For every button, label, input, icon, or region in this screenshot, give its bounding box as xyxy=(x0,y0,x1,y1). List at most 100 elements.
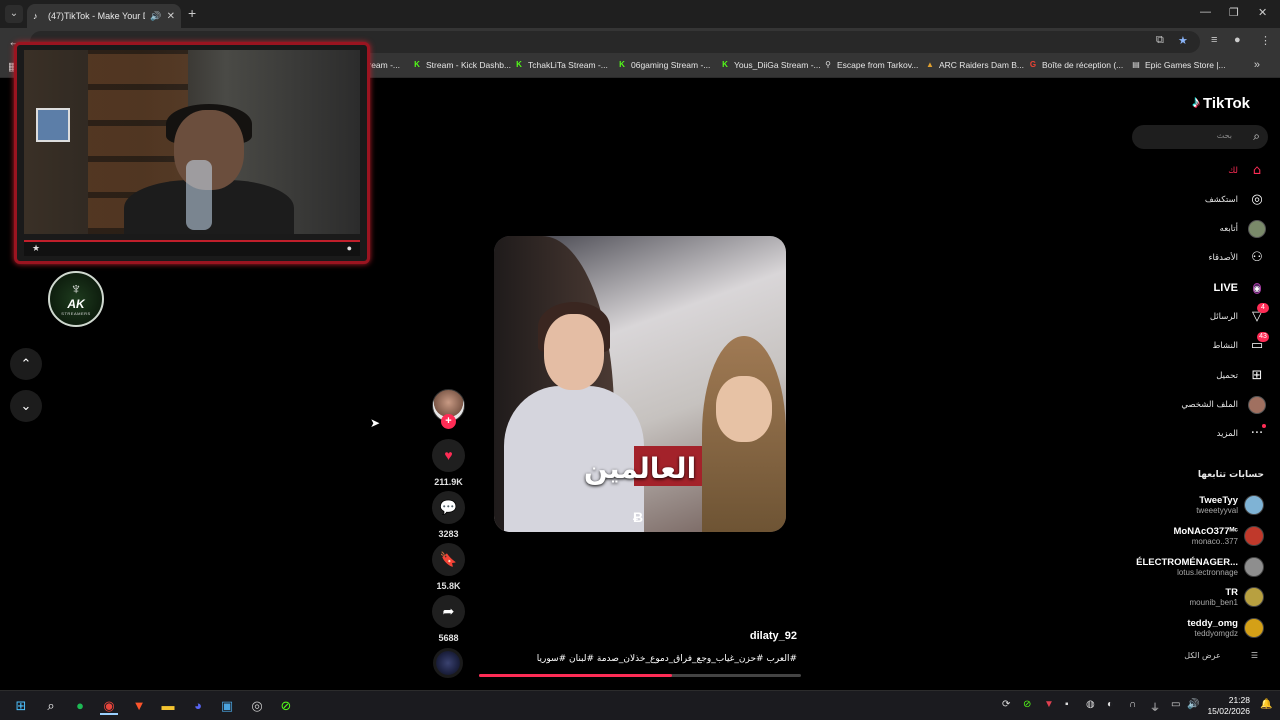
tiktok-logo[interactable]: ♪ TikTok xyxy=(1192,94,1250,112)
follow-plus-button[interactable]: + xyxy=(441,414,456,429)
restore-icon[interactable]: ❐ xyxy=(1229,6,1239,19)
save-button[interactable]: 🔖 xyxy=(432,543,465,576)
search-input[interactable]: بحث ⌕ xyxy=(1132,125,1268,149)
sidebar-item-profile[interactable]: الملف الشخصي xyxy=(1181,395,1266,415)
following-account[interactable]: teddy_omg teddyomgdz xyxy=(1187,615,1264,641)
kebab-menu-icon[interactable]: ⋮ xyxy=(1260,34,1271,47)
browser-tab-tiktok[interactable]: ♪ (47)TikTok - Make Your Day 🔊 ✕ xyxy=(27,4,181,28)
sidebar-item-more[interactable]: المزيد ··· xyxy=(1217,424,1266,444)
mouse-cursor-icon: ➤ xyxy=(370,416,381,430)
bookmark-item[interactable]: ▤ Epic Games Store |... xyxy=(1131,60,1225,70)
music-disc-icon[interactable] xyxy=(433,648,463,678)
following-account[interactable]: TweeTyy tweeetyyval xyxy=(1196,492,1264,518)
share-count: 5688 xyxy=(438,633,459,643)
file-explorer-icon[interactable]: ▬ xyxy=(159,697,177,715)
new-tab-button[interactable]: + xyxy=(188,5,196,21)
video-progress-bar[interactable] xyxy=(479,674,801,677)
close-window-icon[interactable]: ✕ xyxy=(1258,6,1267,19)
bookmark-star-icon[interactable]: ★ xyxy=(1178,34,1188,47)
water-bottle xyxy=(186,160,212,230)
notification-bell-icon[interactable]: 🔔 xyxy=(1260,699,1272,710)
save-count: 15.8K xyxy=(436,581,461,591)
sidebar-item-upload[interactable]: تحميل ⊞ xyxy=(1216,366,1266,386)
video-description: #العرب #حزن_غياب_وجع_فراق_دموع_خذلان_صدم… xyxy=(536,654,797,664)
bookmark-item[interactable]: G Boîte de réception (... xyxy=(1028,60,1123,70)
account-avatar xyxy=(1244,526,1264,546)
share-button[interactable]: ➦ xyxy=(432,595,465,628)
tray-app-icon[interactable]: ◍ xyxy=(1086,699,1095,710)
live-icon: ◉ xyxy=(1252,283,1262,294)
video-woman-face xyxy=(716,376,772,442)
home-icon: ⌂ xyxy=(1252,163,1262,178)
brave-icon[interactable]: ▼ xyxy=(130,697,148,715)
cast-icon[interactable]: ⧉ xyxy=(1156,34,1164,47)
next-video-button[interactable]: ⌄ xyxy=(10,390,42,422)
windows-start-icon[interactable]: ⊞ xyxy=(12,697,30,715)
kick-icon: K xyxy=(722,60,728,69)
following-account[interactable]: ÉLECTROMÉNAGER... lotus.lectronnage xyxy=(1136,554,1264,580)
epic-games-icon: ▤ xyxy=(1132,60,1140,69)
webcam-overlay: ★ ● xyxy=(14,42,370,264)
video-player[interactable]: العالمين Ƀ xyxy=(494,236,786,532)
bookmark-item[interactable]: tream -... xyxy=(366,60,400,70)
tab-search-button[interactable]: ⌄ xyxy=(5,5,23,23)
network-icon[interactable]: ▭ xyxy=(1171,699,1180,710)
following-account[interactable]: TR mounib_ben1 xyxy=(1190,584,1264,610)
following-account[interactable]: MoNAcO377ᴹᶜ monaco..377 xyxy=(1174,523,1264,549)
chrome-icon[interactable]: ◉ xyxy=(100,697,118,715)
bookmark-icon: 🔖 xyxy=(439,551,458,567)
sidebar-item-explore[interactable]: استكشف ◎ xyxy=(1205,190,1266,210)
speaker-icon[interactable]: 🔊 xyxy=(150,11,161,22)
steam-icon[interactable]: ◐ xyxy=(1107,699,1113,710)
tiktok-note-icon: ♪ xyxy=(1192,94,1200,111)
search-icon[interactable]: ⌕ xyxy=(42,697,60,715)
tray-app-icon[interactable]: ▪ xyxy=(1065,699,1069,710)
more-notification-dot xyxy=(1262,424,1266,428)
kick-icon: K xyxy=(414,60,420,69)
sidebar-item-following[interactable]: أتابعه xyxy=(1220,219,1266,239)
sidebar-item-home[interactable]: لك ⌂ xyxy=(1228,161,1266,181)
friends-icon: ⚇ xyxy=(1251,250,1263,265)
photos-icon[interactable]: ▣ xyxy=(218,697,236,715)
sidebar-item-activity[interactable]: النشاط ▭ 43 xyxy=(1212,332,1269,356)
see-all-link[interactable]: عرض الكل ☰ xyxy=(1184,651,1258,660)
microphone-icon[interactable]: ⏚ xyxy=(1150,699,1160,714)
previous-video-button[interactable]: ⌃ xyxy=(10,348,42,380)
tray-kick-icon[interactable]: ⊘ xyxy=(1023,699,1031,710)
spotify-icon[interactable]: ● xyxy=(71,697,89,715)
comment-button[interactable]: 💬 xyxy=(432,491,465,524)
messages-badge: 4 xyxy=(1257,303,1269,313)
account-avatar xyxy=(1244,618,1264,638)
volume-icon[interactable]: 🔊 xyxy=(1187,699,1199,710)
bookmark-item[interactable]: K 06gaming Stream -... xyxy=(617,60,710,70)
video-author[interactable]: dilaty_92 xyxy=(680,630,797,642)
tray-shield-icon[interactable]: ▼ xyxy=(1044,699,1054,710)
video-watermark-icon: Ƀ xyxy=(633,509,644,525)
headset-icon[interactable]: ∩ xyxy=(1129,699,1136,710)
close-tab-icon[interactable]: ✕ xyxy=(167,11,175,22)
sidebar-item-friends[interactable]: الأصدقاء ⚇ xyxy=(1208,248,1266,268)
media-control-icon[interactable]: ≡ xyxy=(1211,34,1217,46)
obs-icon[interactable]: ◎ xyxy=(248,697,266,715)
tray-app-icon[interactable]: ⟳ xyxy=(1002,699,1010,710)
account-avatar xyxy=(1244,587,1264,607)
heart-icon: ♥ xyxy=(444,447,453,463)
minimize-icon[interactable]: — xyxy=(1200,6,1211,18)
profile-avatar-icon[interactable]: ● xyxy=(1234,34,1241,46)
system-clock[interactable]: 21:28 15/02/2026 xyxy=(1207,695,1250,717)
like-button[interactable]: ♥ xyxy=(432,439,465,472)
sidebar-item-live[interactable]: LIVE ◉ xyxy=(1214,278,1266,298)
bookmark-item[interactable]: K TchakLiTa Stream -... xyxy=(514,60,608,70)
kick-app-icon[interactable]: ⊘ xyxy=(277,697,295,715)
bookmark-item[interactable]: K Stream - Kick Dashb... xyxy=(412,60,511,70)
discord-icon[interactable]: ◕ xyxy=(189,697,207,715)
video-girl-face xyxy=(544,314,604,390)
bookmark-item[interactable]: K Yous_DiiGa Stream -... xyxy=(720,60,821,70)
profile-avatar-icon xyxy=(1248,396,1266,414)
bookmark-item[interactable]: ▲ ARC Raiders Dam B... xyxy=(925,60,1024,70)
bookmarks-overflow-icon[interactable]: » xyxy=(1254,59,1260,71)
search-icon[interactable]: ⌕ xyxy=(1253,129,1260,144)
sidebar-item-messages[interactable]: الرسائل ▽ 4 xyxy=(1210,303,1269,327)
video-progress-fill xyxy=(479,674,673,677)
bookmark-item[interactable]: ⚲ Escape from Tarkov... xyxy=(823,60,918,70)
